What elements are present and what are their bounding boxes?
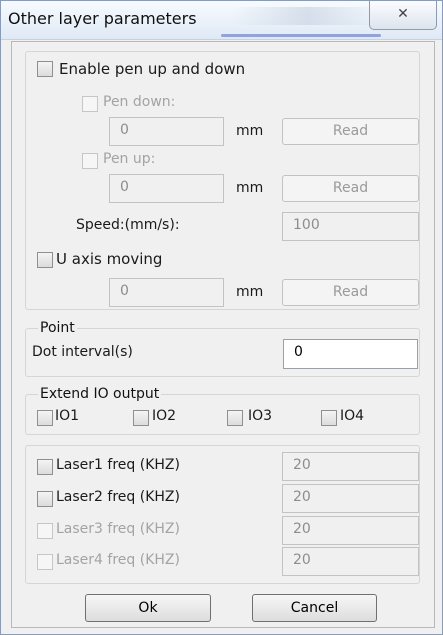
- io2-checkbox[interactable]: [133, 410, 149, 426]
- laser1-freq-input[interactable]: 20: [282, 452, 419, 481]
- laser4-label: Laser4 freq (KHZ): [56, 552, 180, 568]
- pen-up-unit: mm: [236, 180, 264, 196]
- speed-input[interactable]: 100: [282, 212, 419, 241]
- laser4-freq-input[interactable]: 20: [282, 547, 419, 576]
- pen-up-checkbox[interactable]: [82, 153, 98, 169]
- io1-label: IO1: [55, 408, 80, 424]
- pen-down-label: Pen down:: [103, 94, 176, 110]
- io3-label: IO3: [248, 408, 273, 424]
- laser4-checkbox[interactable]: [37, 554, 53, 570]
- enable-pen-label: Enable pen up and down: [59, 60, 246, 78]
- laser3-checkbox[interactable]: [37, 523, 53, 539]
- title-bar-ghost-line: [221, 34, 381, 37]
- pen-up-input[interactable]: 0: [109, 174, 224, 203]
- laser2-checkbox[interactable]: [37, 491, 53, 507]
- io3-checkbox[interactable]: [227, 410, 243, 426]
- u-axis-label: U axis moving: [56, 250, 163, 268]
- pen-down-checkbox[interactable]: [82, 96, 98, 112]
- pen-down-unit: mm: [236, 123, 264, 139]
- point-legend: Point: [38, 320, 77, 336]
- laser2-label: Laser2 freq (KHZ): [56, 489, 180, 505]
- pen-up-label: Pen up:: [103, 151, 156, 167]
- title-bar[interactable]: Other layer parameters ✕: [1, 1, 442, 40]
- laser3-label: Laser3 freq (KHZ): [56, 521, 180, 537]
- io2-label: IO2: [152, 408, 177, 424]
- window-title: Other layer parameters: [8, 9, 197, 28]
- close-icon: ✕: [397, 6, 409, 22]
- dialog-window: Other layer parameters ✕ Enable pen up a…: [0, 0, 443, 635]
- io4-checkbox[interactable]: [321, 410, 337, 426]
- u-axis-read-button[interactable]: Read: [282, 279, 419, 306]
- u-axis-input[interactable]: 0: [109, 278, 224, 307]
- laser1-checkbox[interactable]: [37, 459, 53, 475]
- ok-button[interactable]: Ok: [85, 594, 211, 622]
- close-button[interactable]: ✕: [369, 1, 437, 30]
- laser3-freq-input[interactable]: 20: [282, 516, 419, 545]
- speed-label: Speed:(mm/s):: [76, 217, 180, 233]
- io1-checkbox[interactable]: [37, 410, 53, 426]
- pen-down-read-button[interactable]: Read: [282, 118, 419, 145]
- cancel-button[interactable]: Cancel: [252, 594, 377, 622]
- u-axis-checkbox[interactable]: [37, 252, 53, 268]
- dialog-client-area: Enable pen up and down Pen down: 0 mm Re…: [11, 41, 435, 628]
- io4-label: IO4: [340, 408, 365, 424]
- laser1-label: Laser1 freq (KHZ): [56, 457, 180, 473]
- laser2-freq-input[interactable]: 20: [282, 484, 419, 513]
- dot-interval-label: Dot interval(s): [32, 344, 133, 360]
- title-bar-ghost-text: [233, 7, 383, 25]
- enable-pen-checkbox[interactable]: [37, 61, 53, 77]
- u-axis-unit: mm: [236, 284, 264, 300]
- pen-down-input[interactable]: 0: [109, 117, 224, 146]
- dot-interval-input[interactable]: 0: [283, 339, 418, 369]
- pen-up-read-button[interactable]: Read: [282, 175, 419, 202]
- io-legend: Extend IO output: [38, 386, 162, 402]
